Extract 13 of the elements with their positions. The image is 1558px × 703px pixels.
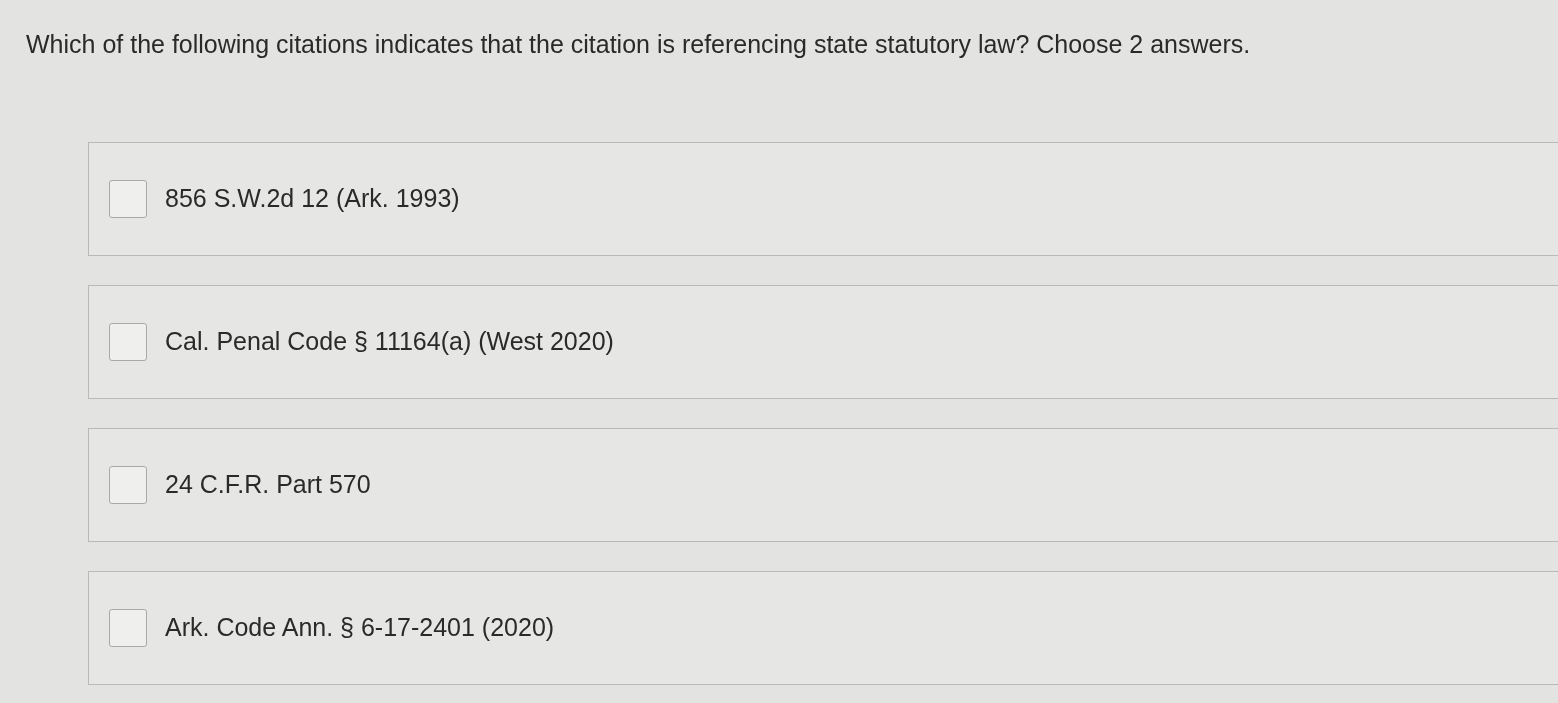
checkbox[interactable] — [109, 179, 147, 218]
option-label: Cal. Penal Code § 11164(a) (West 2020) — [165, 325, 614, 357]
answer-option[interactable]: 24 C.F.R. Part 570 — [88, 427, 1558, 542]
question-text: Which of the following citations indicates that the citation is referencing state statutory law? Choose 2 answers. — [25, 29, 1252, 60]
checkbox[interactable] — [109, 322, 147, 361]
option-label: 24 C.F.R. Part 570 — [165, 468, 371, 500]
answer-option[interactable]: Cal. Penal Code § 11164(a) (West 2020) — [88, 284, 1558, 399]
option-label: Ark. Code Ann. § 6-17-2401 (2020) — [165, 611, 555, 643]
checkbox[interactable] — [109, 465, 147, 504]
checkbox[interactable] — [109, 608, 147, 647]
answer-option[interactable]: Ark. Code Ann. § 6-17-2401 (2020) — [88, 570, 1558, 685]
answer-option[interactable]: 856 S.W.2d 12 (Ark. 1993) — [88, 141, 1558, 256]
option-label: 856 S.W.2d 12 (Ark. 1993) — [165, 182, 460, 214]
